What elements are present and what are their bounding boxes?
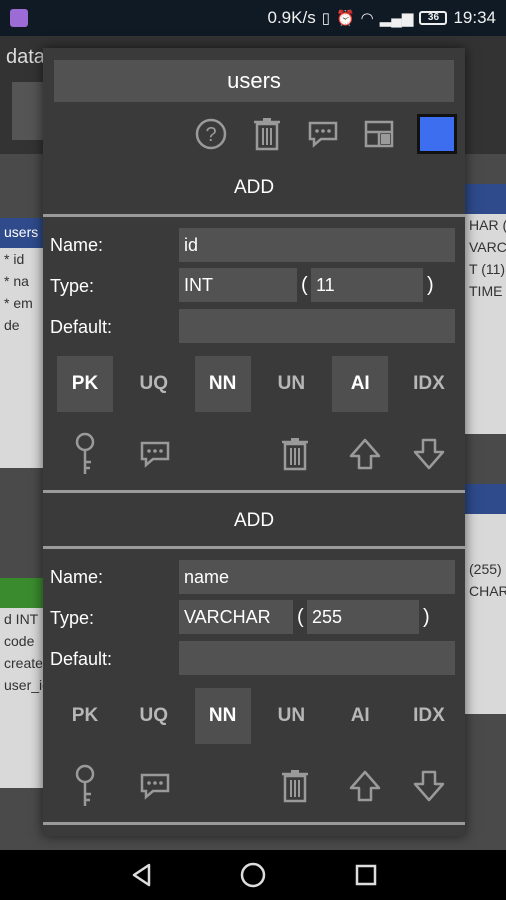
battery-icon: 36 xyxy=(419,11,448,25)
navigation-bar xyxy=(0,850,506,900)
column-editor: Name: id Type: INT ( 11 ) Default: PK UQ… xyxy=(43,220,465,490)
flag-uq-toggle[interactable]: UQ xyxy=(126,688,182,744)
column-type-select[interactable]: VARCHAR xyxy=(179,600,293,634)
divider xyxy=(43,822,465,825)
status-bar: 0.9K/s ▯ ⏰ ◠ ▂▄▆ 36 19:34 xyxy=(0,0,506,36)
flag-uq-toggle[interactable]: UQ xyxy=(126,356,182,412)
background-card-row: T (11) xyxy=(469,261,506,277)
background-card-row: * em xyxy=(4,295,33,311)
divider xyxy=(43,546,465,549)
background-card-row: d INT xyxy=(4,611,39,627)
table-color-swatch[interactable] xyxy=(417,114,457,154)
table-name-input[interactable]: users xyxy=(54,60,454,102)
type-label: Type: xyxy=(50,608,95,628)
column-type-select[interactable]: INT xyxy=(179,268,297,302)
background-card-row: created xyxy=(4,655,51,671)
vibrate-icon: ▯ xyxy=(321,10,330,27)
flag-un-toggle[interactable]: UN xyxy=(263,688,319,744)
flag-idx-toggle[interactable]: IDX xyxy=(401,356,457,412)
background-card-users: users * id * na * em de xyxy=(0,218,44,468)
type-label: Type: xyxy=(50,276,95,296)
help-icon[interactable]: ? xyxy=(193,116,229,152)
back-icon[interactable] xyxy=(127,860,157,890)
column-length-input[interactable]: 11 xyxy=(311,268,423,302)
paren-close: ) xyxy=(423,606,430,628)
move-down-icon[interactable] xyxy=(401,426,457,482)
default-label: Default: xyxy=(50,649,113,669)
divider xyxy=(43,214,465,217)
background-card-row: * na xyxy=(4,273,29,289)
background-app-title: data xyxy=(6,46,45,68)
column-flags: PK UQ NN UN AI IDX xyxy=(57,688,457,744)
background-card-row: (255) xyxy=(469,561,502,577)
flag-ai-toggle[interactable]: AI xyxy=(332,356,389,412)
table-toolbar: ? xyxy=(193,114,457,154)
delete-column-icon[interactable] xyxy=(267,758,323,814)
move-up-icon[interactable] xyxy=(337,758,393,814)
column-name-input[interactable]: name xyxy=(179,560,455,594)
column-comment-icon[interactable] xyxy=(127,758,183,814)
background-card-row: code xyxy=(4,633,35,649)
column-length-input[interactable]: 255 xyxy=(307,600,419,634)
background-card-header xyxy=(0,578,44,608)
flag-nn-toggle[interactable]: NN xyxy=(194,356,251,412)
wifi-icon: ◠ xyxy=(360,10,374,27)
background-card-header xyxy=(465,184,506,214)
column-default-input[interactable] xyxy=(179,641,455,675)
column-editor: Name: name Type: VARCHAR ( 255 ) Default… xyxy=(43,552,465,822)
column-actions xyxy=(57,758,457,814)
app-notification-icon xyxy=(10,9,28,27)
background-card-header: users xyxy=(0,218,44,248)
paren-open: ( xyxy=(297,606,304,628)
layout-icon[interactable] xyxy=(361,116,397,152)
default-label: Default: xyxy=(50,317,113,337)
svg-text:?: ? xyxy=(205,124,216,146)
flag-un-toggle[interactable]: UN xyxy=(263,356,319,412)
column-default-input[interactable] xyxy=(179,309,455,343)
background-card-row: user_id xyxy=(4,677,50,693)
background-card-row: de xyxy=(4,317,20,333)
background-card-row: TIME xyxy=(469,283,503,299)
paren-open: ( xyxy=(301,274,308,296)
name-label: Name: xyxy=(50,567,104,587)
column-flags: PK UQ NN UN AI IDX xyxy=(57,356,457,412)
background-card-row: HAR (2 xyxy=(469,217,506,233)
background-card-row: * id xyxy=(4,251,25,267)
recents-icon[interactable] xyxy=(351,860,381,890)
signal-icon: ▂▄▆ xyxy=(379,10,414,27)
key-icon[interactable] xyxy=(57,426,113,482)
home-icon[interactable] xyxy=(238,860,268,890)
name-label: Name: xyxy=(50,235,104,255)
flag-nn-toggle[interactable]: NN xyxy=(194,688,251,744)
divider xyxy=(43,490,465,493)
flag-pk-toggle[interactable]: PK xyxy=(57,356,113,412)
add-column-button[interactable]: ADD xyxy=(43,495,465,547)
column-name-input[interactable]: id xyxy=(179,228,455,262)
flag-ai-toggle[interactable]: AI xyxy=(332,688,388,744)
background-card-header xyxy=(465,484,506,514)
delete-table-icon[interactable] xyxy=(249,116,285,152)
background-card-left-2: d INT code created user_id xyxy=(0,578,51,788)
table-editor-dialog: users ? ADD Name: id Type: INT ( 11 ) De… xyxy=(43,48,465,836)
background-card-right-2: (255) CHAR (2 xyxy=(465,484,506,714)
clock: 19:34 xyxy=(453,8,496,27)
comment-icon[interactable] xyxy=(305,116,341,152)
column-actions xyxy=(57,426,457,482)
network-speed: 0.9K/s xyxy=(267,8,316,27)
add-column-button[interactable]: ADD xyxy=(43,162,465,214)
background-card-row: CHAR (2 xyxy=(469,583,506,599)
paren-close: ) xyxy=(427,274,434,296)
alarm-icon: ⏰ xyxy=(335,10,355,27)
delete-column-icon[interactable] xyxy=(267,426,323,482)
background-card-row: VARC xyxy=(469,239,506,255)
move-up-icon[interactable] xyxy=(337,426,393,482)
background-card-right-1: HAR (2 VARC T (11) TIME xyxy=(465,184,506,434)
move-down-icon[interactable] xyxy=(401,758,457,814)
key-icon[interactable] xyxy=(57,758,113,814)
flag-pk-toggle[interactable]: PK xyxy=(57,688,113,744)
column-comment-icon[interactable] xyxy=(127,426,183,482)
flag-idx-toggle[interactable]: IDX xyxy=(401,688,457,744)
